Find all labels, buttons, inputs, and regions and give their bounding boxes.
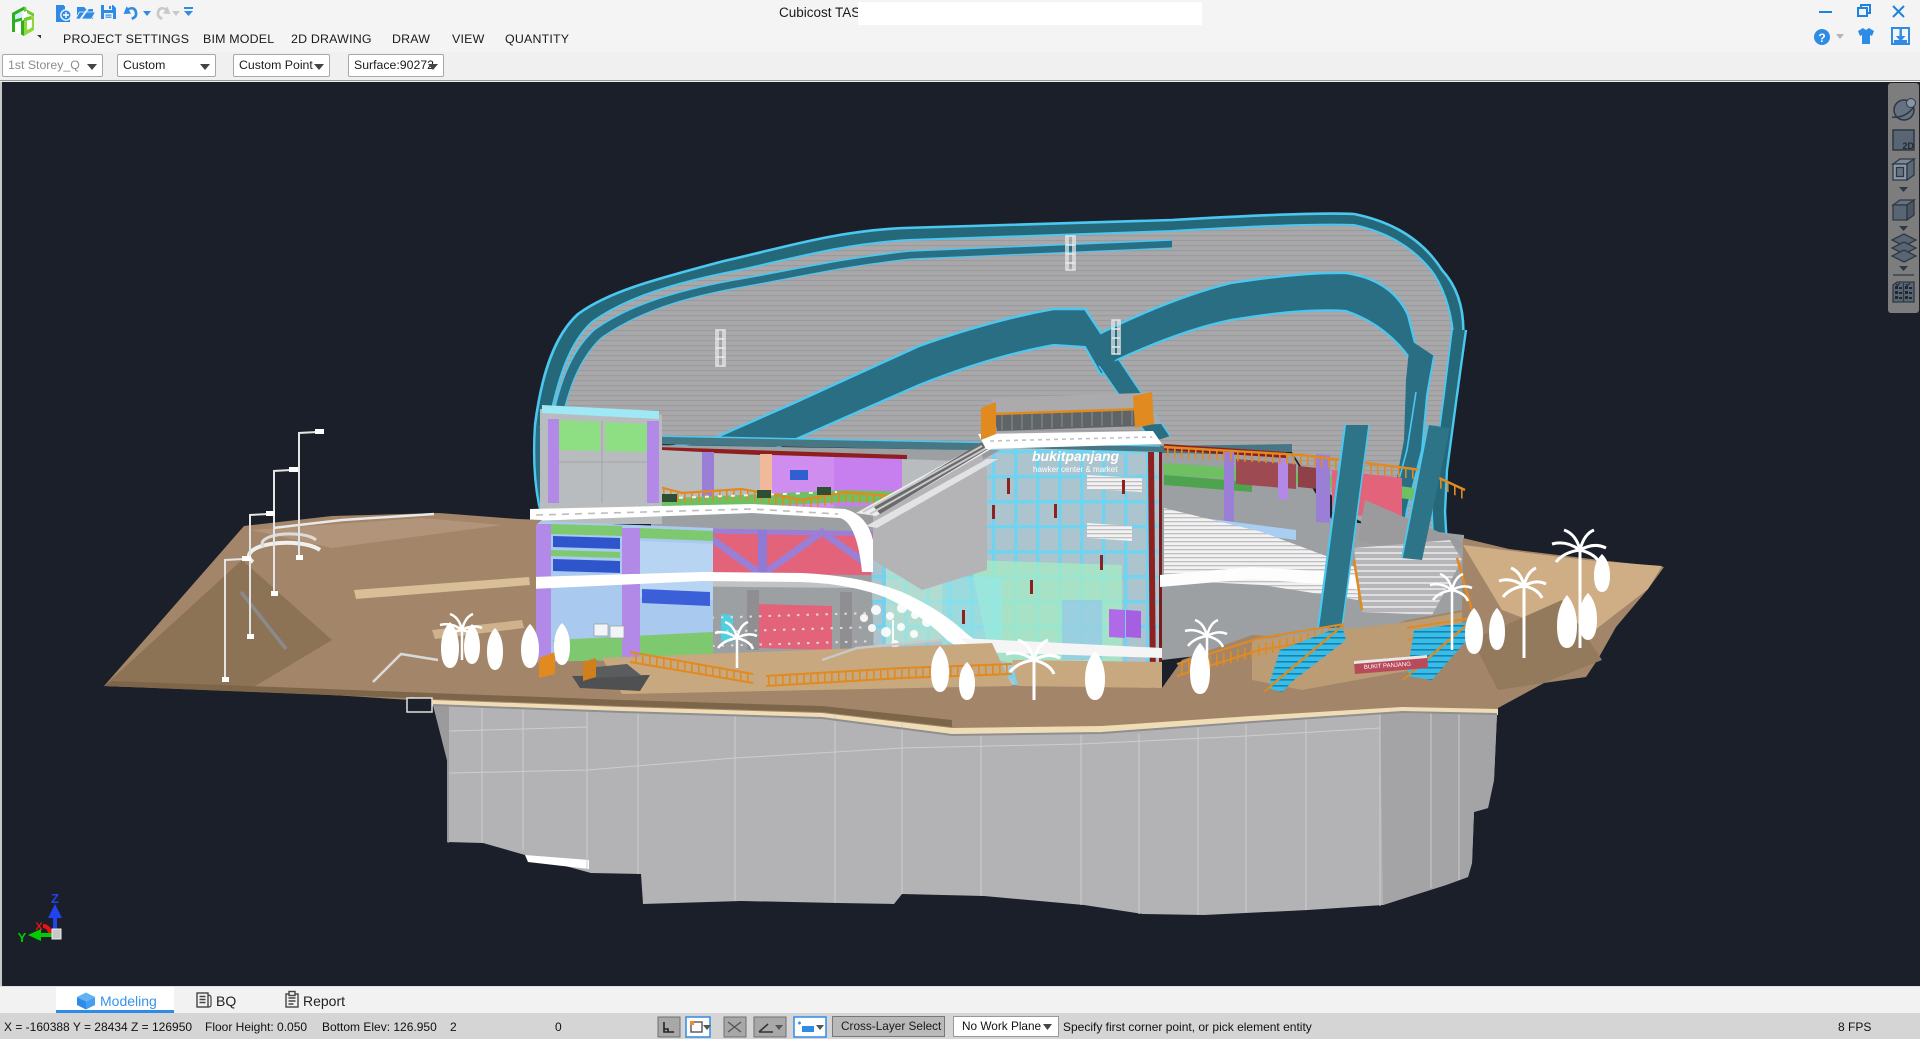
svg-text:bukitpanjang: bukitpanjang — [1032, 448, 1120, 464]
svg-text:?: ? — [1818, 31, 1825, 45]
svg-text:Modeling: Modeling — [100, 993, 157, 1009]
svg-text:Y: Y — [18, 930, 27, 945]
svg-text:BQ: BQ — [216, 993, 236, 1009]
svg-text:Z: Z — [51, 891, 59, 906]
svg-text:Report: Report — [303, 993, 345, 1009]
svg-text:X: X — [35, 921, 43, 933]
svg-text:2D: 2D — [1902, 141, 1914, 151]
svg-text:hawker center & market: hawker center & market — [1033, 465, 1118, 474]
